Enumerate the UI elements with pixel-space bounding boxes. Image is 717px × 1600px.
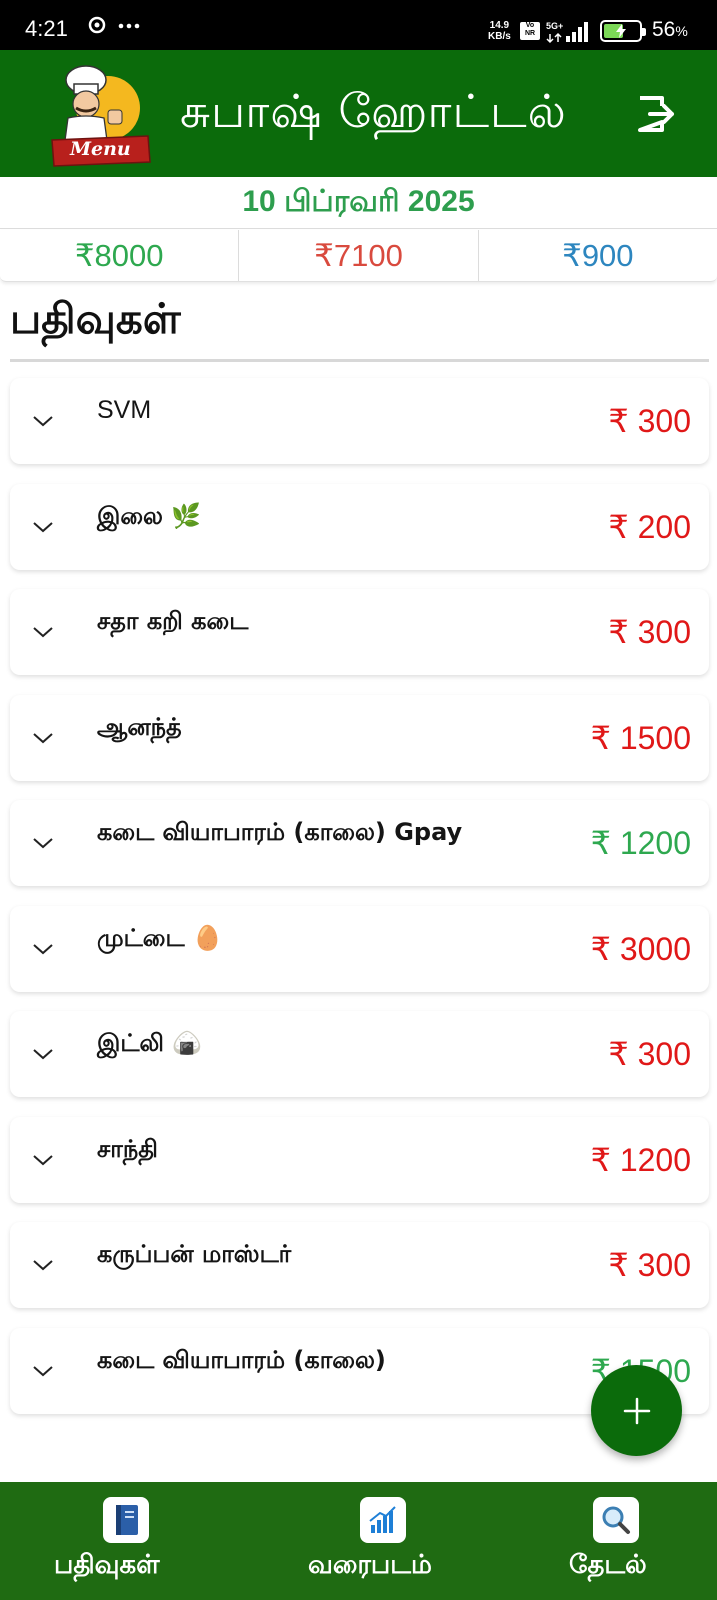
entry-name: முட்டை 🥚 bbox=[97, 923, 223, 952]
entry-name: கடை வியாபாரம் (காலை) Gpay bbox=[97, 818, 463, 846]
entry-amount: ₹ 1200 bbox=[590, 1141, 691, 1178]
nav-chart-label: வரைபடம் bbox=[308, 1550, 432, 1580]
entry-amount: ₹ 200 bbox=[608, 508, 691, 545]
chevron-down-icon[interactable] bbox=[32, 731, 54, 745]
entry-name: சாந்தி bbox=[97, 1134, 158, 1163]
chevron-down-icon[interactable] bbox=[32, 414, 54, 428]
battery-percent-symbol: % bbox=[675, 23, 688, 39]
entry-amount: ₹ 1200 bbox=[590, 825, 691, 861]
status-time: 4:21 bbox=[25, 16, 68, 41]
signal-icon: 5G+ bbox=[546, 20, 592, 48]
section-divider bbox=[10, 359, 709, 362]
battery-percent: 56% bbox=[652, 18, 688, 42]
entries-list: SVM ₹ 300 இலை 🌿 ₹ 200 சதா கறி கடை ₹ 300 ஆனந்த்… bbox=[10, 378, 709, 1433]
entry-row[interactable]: சாந்தி ₹ 1200 bbox=[10, 1116, 709, 1203]
summary-bar: ₹8000 ₹7100 ₹900 bbox=[0, 230, 717, 282]
volte-top: Vo bbox=[525, 22, 535, 29]
entry-row[interactable]: கடை வியாபாரம் (காலை) Gpay ₹ 1200 bbox=[10, 800, 709, 886]
status-bar: 4:21 14.9 KB/s Vo NR 5G+ 56% bbox=[0, 0, 717, 50]
entry-name: கடை வியாபாரம் (காலை) bbox=[97, 1345, 386, 1374]
chevron-down-icon[interactable] bbox=[32, 1364, 54, 1378]
volte-icon: Vo NR bbox=[520, 22, 540, 40]
date-label[interactable]: 10 பிப்ரவரி 2025 bbox=[0, 177, 717, 229]
nav-search-icon-box bbox=[593, 1497, 639, 1543]
volte-bottom: NR bbox=[524, 30, 536, 37]
entry-amount: ₹ 1500 bbox=[590, 719, 691, 756]
entry-name: கருப்பன் மாஸ்டர் bbox=[97, 1240, 292, 1268]
battery-tip bbox=[642, 28, 646, 36]
entry-name: SVM bbox=[97, 396, 152, 424]
battery-percent-value: 56 bbox=[652, 18, 676, 41]
entry-amount: ₹ 300 bbox=[608, 1247, 691, 1283]
nav-entries-label: பதிவுகள் bbox=[54, 1550, 160, 1580]
total-expense: ₹7100 bbox=[239, 230, 479, 281]
entry-row[interactable]: கருப்பன் மாஸ்டர் ₹ 300 bbox=[10, 1222, 709, 1308]
total-income: ₹8000 bbox=[0, 230, 240, 281]
entry-amount: ₹ 300 bbox=[608, 403, 691, 439]
chart-icon bbox=[369, 1506, 396, 1533]
chevron-down-icon[interactable] bbox=[32, 836, 54, 850]
entry-amount: ₹ 300 bbox=[608, 1036, 691, 1072]
net-speed-unit: KB/s bbox=[488, 31, 511, 42]
nav-entries[interactable]: பதிவுகள் bbox=[50, 1482, 210, 1600]
nav-chart-icon-box bbox=[360, 1497, 406, 1543]
section-title: பதிவுகள் bbox=[10, 294, 181, 343]
chevron-down-icon[interactable] bbox=[32, 1258, 54, 1272]
app-title: சுபாஷ் ஹோட்டல் bbox=[180, 84, 567, 138]
status-notification-icons bbox=[88, 14, 158, 41]
nav-search[interactable]: தேடல் bbox=[565, 1482, 685, 1600]
search-icon bbox=[602, 1506, 630, 1534]
app-header: Menu சுபாஷ் ஹோட்டல் bbox=[0, 50, 717, 177]
entry-amount: ₹ 300 bbox=[608, 614, 691, 650]
battery-icon bbox=[600, 20, 646, 42]
chef-logo: Menu bbox=[48, 58, 156, 168]
chevron-down-icon[interactable] bbox=[32, 520, 54, 534]
nav-entries-icon-box bbox=[103, 1497, 149, 1543]
entry-row[interactable]: முட்டை 🥚 ₹ 3000 bbox=[10, 905, 709, 992]
entry-row[interactable]: சதா கறி கடை ₹ 300 bbox=[10, 589, 709, 675]
entry-name: ஆனந்த் bbox=[97, 712, 182, 741]
nav-chart[interactable]: வரைபடம் bbox=[305, 1482, 465, 1600]
entry-amount: ₹ 3000 bbox=[590, 930, 691, 967]
entry-row[interactable]: SVM ₹ 300 bbox=[10, 378, 709, 464]
notification-icon bbox=[88, 16, 140, 34]
notebook-icon bbox=[116, 1505, 138, 1535]
logo-text: Menu bbox=[70, 138, 131, 160]
logout-button[interactable] bbox=[632, 90, 680, 138]
network-type: 5G+ bbox=[546, 21, 563, 31]
entry-name: சதா கறி கடை bbox=[97, 607, 249, 635]
entry-name: இலை 🌿 bbox=[97, 501, 202, 530]
plus-icon bbox=[623, 1397, 651, 1425]
net-speed-value: 14.9 bbox=[489, 20, 510, 31]
bottom-nav: பதிவுகள் வரைபடம் தேடல் bbox=[0, 1482, 717, 1600]
net-speed: 14.9 KB/s bbox=[488, 20, 511, 42]
chevron-down-icon[interactable] bbox=[32, 942, 54, 956]
charging-bolt-icon bbox=[616, 24, 626, 38]
nav-search-label: தேடல் bbox=[569, 1550, 647, 1580]
entry-row[interactable]: இட்லி 🍙 ₹ 300 bbox=[10, 1011, 709, 1097]
entry-name: இட்லி 🍙 bbox=[97, 1029, 203, 1057]
entry-row[interactable]: இலை 🌿 ₹ 200 bbox=[10, 483, 709, 570]
chevron-down-icon[interactable] bbox=[32, 1047, 54, 1061]
add-entry-button[interactable] bbox=[591, 1365, 682, 1456]
balance: ₹900 bbox=[562, 238, 634, 273]
entry-row[interactable]: ஆனந்த் ₹ 1500 bbox=[10, 694, 709, 781]
logout-icon bbox=[638, 96, 674, 132]
chevron-down-icon[interactable] bbox=[32, 1153, 54, 1167]
chevron-down-icon[interactable] bbox=[32, 625, 54, 639]
